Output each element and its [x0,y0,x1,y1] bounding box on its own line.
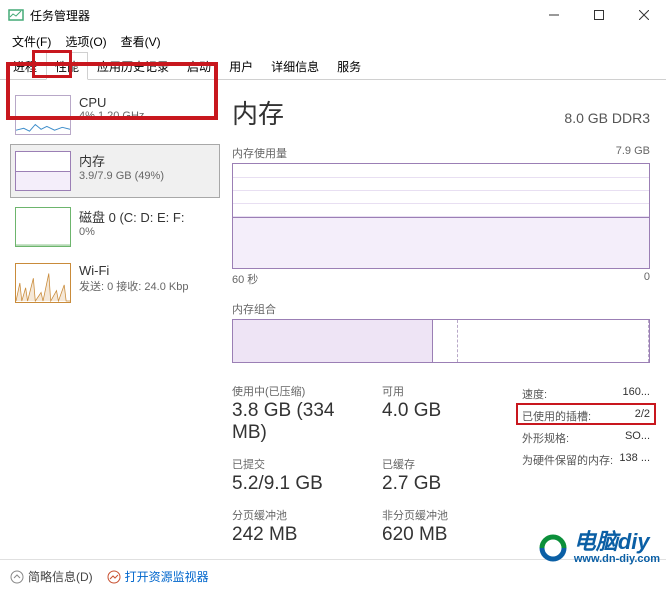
cached-value: 2.7 GB [382,473,502,495]
speed-val: 160... [622,386,650,402]
slots-val: 2/2 [635,408,650,424]
reserved-key: 为硬件保留的内存: [522,452,613,468]
available-value: 4.0 GB [382,400,502,422]
memory-sub: 3.9/7.9 GB (49%) [79,170,164,182]
committed-label: 已提交 [232,456,352,472]
committed-value: 5.2/9.1 GB [232,473,352,495]
menu-options[interactable]: 选项(O) [59,31,112,52]
cpu-name: CPU [79,95,144,110]
sidebar-item-memory[interactable]: 内存 3.9/7.9 GB (49%) [10,144,220,198]
close-button[interactable] [621,0,666,30]
nonpaged-value: 620 MB [382,524,502,546]
tab-users[interactable]: 用户 [220,52,262,80]
xaxis-left: 60 秒 [232,271,258,287]
usage-max: 7.9 GB [616,145,650,161]
tab-processes[interactable]: 进程 [4,52,46,80]
composition-label: 内存组合 [232,301,276,317]
sidebar-item-cpu[interactable]: CPU 4% 1.20 GHz [10,88,220,142]
capacity-label: 8.0 GB DDR3 [564,110,650,126]
wifi-thumb [15,263,71,303]
tab-startup[interactable]: 启动 [178,52,220,80]
cpu-sub: 4% 1.20 GHz [79,110,144,122]
watermark-logo-icon [536,531,570,565]
tab-details[interactable]: 详细信息 [262,52,328,80]
form-key: 外形规格: [522,430,569,446]
watermark: 电脑diy www.dn-diy.com [536,531,660,565]
slots-key: 已使用的插槽: [522,408,591,424]
watermark-url: www.dn-diy.com [574,553,660,565]
paged-label: 分页缓冲池 [232,507,352,523]
speed-key: 速度: [522,386,547,402]
memory-composition-graph[interactable] [232,319,650,363]
in-use-value: 3.8 GB (334 MB) [232,400,352,444]
xaxis-right: 0 [644,271,650,287]
in-use-label: 使用中(已压缩) [232,383,352,399]
page-title: 内存 [232,94,284,131]
disk-sub: 0% [79,226,184,238]
tab-services[interactable]: 服务 [328,52,370,80]
tab-app-history[interactable]: 应用历史记录 [88,52,178,80]
usage-label: 内存使用量 [232,145,287,161]
paged-value: 242 MB [232,524,352,546]
main-panel: 内存 8.0 GB DDR3 内存使用量 7.9 GB 60 秒 0 内存组合 [220,80,666,560]
memory-name: 内存 [79,151,164,170]
nonpaged-label: 非分页缓冲池 [382,507,502,523]
tab-performance[interactable]: 性能 [46,52,88,80]
chevron-up-icon [10,570,24,584]
disk-name: 磁盘 0 (C: D: E: F: [79,207,184,226]
memory-thumb [15,151,71,191]
open-resmon-link[interactable]: 打开资源监视器 [107,568,209,585]
brief-toggle[interactable]: 简略信息(D) [10,568,93,585]
watermark-brand: 电脑diy [574,531,660,553]
available-label: 可用 [382,383,502,399]
window-title: 任务管理器 [30,7,531,24]
wifi-sub: 发送: 0 接收: 24.0 Kbp [79,278,188,294]
menubar: 文件(F) 选项(O) 查看(V) [0,30,666,52]
tabs: 进程 性能 应用历史记录 启动 用户 详细信息 服务 [0,52,666,80]
titlebar: 任务管理器 [0,0,666,30]
form-val: SO... [625,430,650,446]
memory-usage-graph[interactable] [232,163,650,269]
disk-thumb [15,207,71,247]
sidebar: CPU 4% 1.20 GHz 内存 3.9/7.9 GB (49%) 磁盘 0… [0,80,220,560]
cpu-thumb [15,95,71,135]
resmon-icon [107,570,121,584]
wifi-name: Wi-Fi [79,263,188,278]
maximize-button[interactable] [576,0,621,30]
minimize-button[interactable] [531,0,576,30]
menu-view[interactable]: 查看(V) [115,31,167,52]
sidebar-item-disk[interactable]: 磁盘 0 (C: D: E: F: 0% [10,200,220,254]
cached-label: 已缓存 [382,456,502,472]
menu-file[interactable]: 文件(F) [6,31,57,52]
app-icon [8,7,24,23]
sidebar-item-wifi[interactable]: Wi-Fi 发送: 0 接收: 24.0 Kbp [10,256,220,310]
reserved-val: 138 ... [619,452,650,468]
